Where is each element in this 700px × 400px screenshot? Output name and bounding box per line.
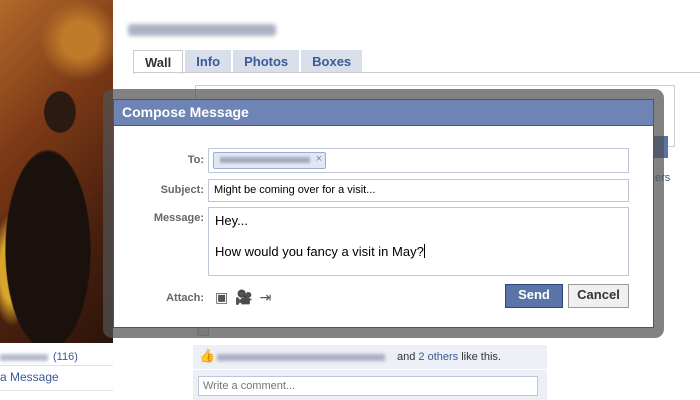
message-label: Message: [153, 212, 204, 224]
to-label: To: [187, 154, 204, 166]
likes-suffix: like this. [461, 351, 501, 363]
message-line-2-text: How would you fancy a visit in May? [215, 244, 424, 259]
tab-boxes[interactable]: Boxes [301, 50, 363, 73]
thumbs-up-icon: 👍 [199, 348, 216, 363]
comment-input[interactable] [198, 376, 538, 396]
link-icon[interactable]: ⇥ [260, 289, 272, 305]
profile-name-redacted [128, 24, 276, 36]
friend-count-value[interactable]: (116) [53, 351, 78, 363]
remove-recipient-icon[interactable]: × [316, 152, 322, 167]
message-textarea[interactable]: Hey... How would you fancy a visit in Ma… [208, 207, 629, 276]
tab-wall[interactable]: Wall [133, 50, 184, 74]
profile-photo[interactable] [0, 0, 113, 343]
profile-tabs: Wall Info Photos Boxes [133, 50, 363, 74]
divider [0, 390, 113, 391]
send-button[interactable]: Send [505, 284, 563, 308]
text-cursor [423, 244, 425, 258]
to-field[interactable]: × [208, 148, 629, 173]
compose-message-dialog: Compose Message To: × Subject: Might be … [113, 99, 654, 328]
tab-photos[interactable]: Photos [233, 50, 300, 73]
attach-options: ▣ 🎥 ⇥ [215, 289, 271, 305]
friend-count[interactable]: (116) [0, 350, 113, 365]
subject-label: Subject: [160, 184, 204, 196]
divider [0, 365, 113, 366]
dialog-title: Compose Message [113, 99, 654, 126]
likes-and: and [397, 351, 416, 363]
recipient-name-redacted [220, 157, 310, 163]
tab-info[interactable]: Info [185, 50, 232, 73]
friends-label-redacted [0, 354, 48, 361]
tab-divider [133, 72, 700, 73]
likes-text: and 2 others like this. [397, 345, 501, 369]
cancel-button[interactable]: Cancel [568, 284, 629, 308]
message-line-2: How would you fancy a visit in May? [215, 244, 622, 260]
message-line-1: Hey... [215, 213, 248, 228]
likes-row: 👍 and 2 others like this. [193, 345, 547, 369]
photo-icon[interactable]: ▣ [215, 289, 228, 305]
likes-others-link[interactable]: 2 others [418, 351, 458, 363]
liker-names-redacted[interactable] [217, 354, 385, 361]
video-icon[interactable]: 🎥 [235, 289, 252, 305]
recipient-token: × [213, 152, 326, 169]
attach-label: Attach: [166, 292, 204, 304]
send-message-link[interactable]: a Message [0, 370, 59, 384]
subject-input[interactable]: Might be coming over for a visit... [208, 179, 629, 202]
comment-area [193, 370, 547, 400]
